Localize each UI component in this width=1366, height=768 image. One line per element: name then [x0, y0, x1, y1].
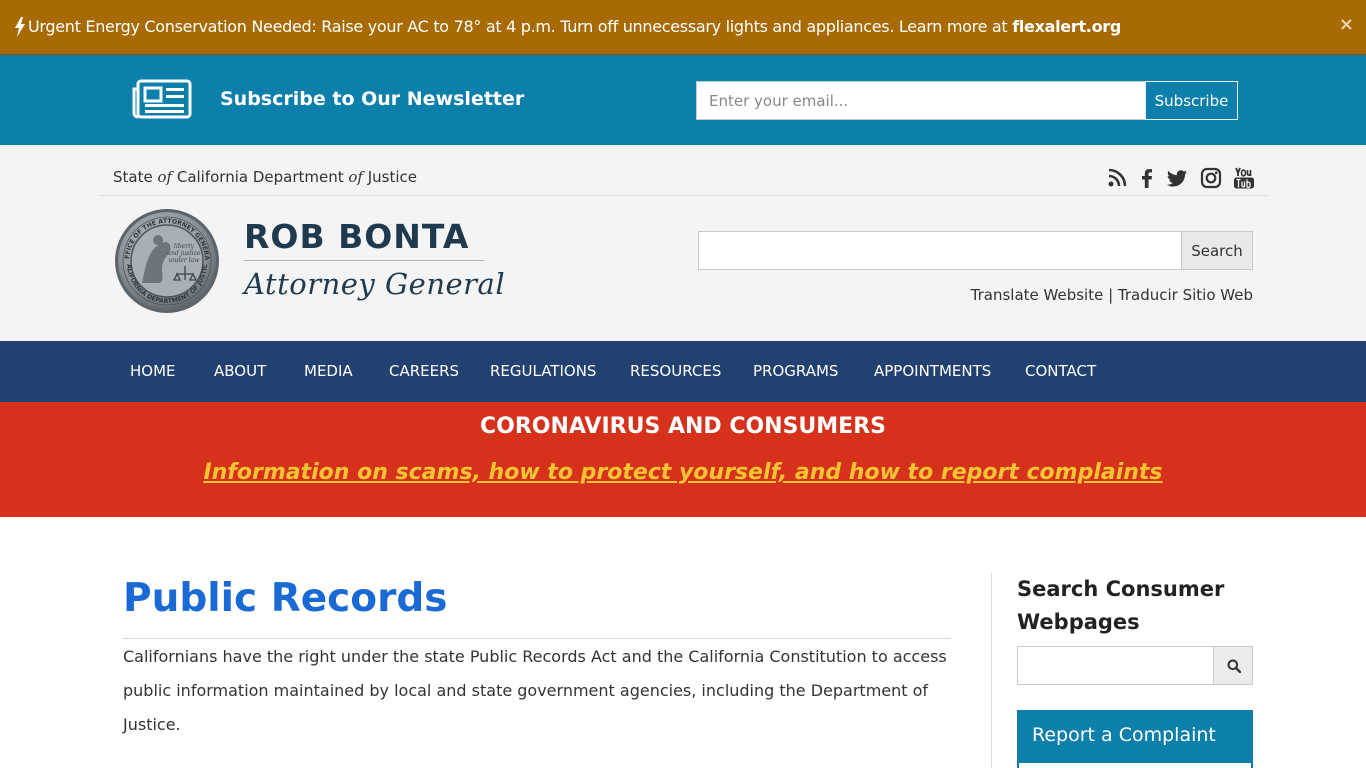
attorney-general-title: Attorney General [244, 267, 506, 301]
site-search-input[interactable] [698, 231, 1182, 270]
nav-media[interactable]: MEDIA [304, 362, 353, 380]
svg-text:under law: under law [169, 257, 200, 264]
svg-text:liberty: liberty [174, 243, 195, 250]
report-complaint-button[interactable]: Report a Complaint [1017, 710, 1253, 768]
main-nav: HOME ABOUT MEDIA CAREERS REGULATIONS RES… [0, 341, 1366, 402]
name-divider [244, 260, 484, 261]
nav-resources[interactable]: RESOURCES [630, 362, 721, 380]
site-search-button[interactable]: Search [1181, 231, 1253, 270]
site-header: State of California Department of Justic… [0, 145, 1366, 341]
translate-links: Translate Website | Traducir Sitio Web [970, 286, 1253, 304]
intro-paragraph: Californians have the right under the st… [123, 647, 947, 734]
nav-appointments[interactable]: APPOINTMENTS [874, 362, 991, 380]
report-complaint-label: Report a Complaint [1032, 724, 1216, 746]
newsletter-title: Subscribe to Our Newsletter [220, 88, 525, 110]
instagram-icon[interactable] [1200, 167, 1222, 189]
page-title: Public Records [123, 576, 448, 621]
svg-text:and justice: and justice [167, 250, 201, 257]
coronavirus-heading: CORONAVIRUS AND CONSUMERS [480, 414, 886, 439]
newsletter-bar: Subscribe to Our Newsletter Subscribe [0, 55, 1366, 145]
newsletter-email-input[interactable] [696, 81, 1146, 120]
california-doj-seal[interactable]: liberty and justice under law OFFICE OF … [114, 208, 220, 314]
youtube-icon[interactable] [1233, 167, 1255, 189]
title-divider [123, 638, 951, 639]
bolt-icon [15, 17, 25, 37]
complaint-panel-body [1019, 763, 1251, 768]
flexalert-link[interactable]: flexalert.org [1012, 17, 1121, 36]
nav-careers[interactable]: CAREERS [389, 362, 459, 380]
state-doj-label: State of California Department of Justic… [113, 168, 418, 186]
nav-home[interactable]: HOME [130, 362, 176, 380]
search-icon [1227, 659, 1241, 673]
coronavirus-banner: CORONAVIRUS AND CONSUMERS Information on… [0, 402, 1366, 517]
nav-programs[interactable]: PROGRAMS [753, 362, 838, 380]
traducir-sitio-link[interactable]: Traducir Sitio Web [1118, 286, 1253, 304]
newspaper-icon [132, 79, 192, 119]
translate-website-link[interactable]: Translate Website [971, 286, 1104, 304]
subscribe-button[interactable]: Subscribe [1145, 81, 1238, 120]
twitter-icon[interactable] [1166, 167, 1188, 189]
coronavirus-info-link[interactable]: Information on scams, how to protect you… [0, 460, 1366, 485]
alert-message: Urgent Energy Conservation Needed: Raise… [28, 17, 1122, 36]
nav-contact[interactable]: CONTACT [1025, 362, 1096, 380]
rss-icon[interactable] [1106, 167, 1128, 189]
consumer-search-input[interactable] [1017, 646, 1214, 685]
header-divider [99, 195, 1267, 196]
facebook-icon[interactable] [1136, 167, 1158, 189]
close-icon[interactable]: × [1339, 14, 1354, 35]
energy-alert-bar: Urgent Energy Conservation Needed: Raise… [0, 0, 1366, 55]
attorney-general-name[interactable]: ROB BONTA [244, 217, 469, 256]
nav-about[interactable]: ABOUT [214, 362, 266, 380]
nav-regulations[interactable]: REGULATIONS [490, 362, 596, 380]
sidebar-divider [991, 573, 992, 768]
consumer-search-button[interactable] [1213, 646, 1253, 685]
sidebar-search-title: Search Consumer Webpages [1017, 577, 1225, 634]
